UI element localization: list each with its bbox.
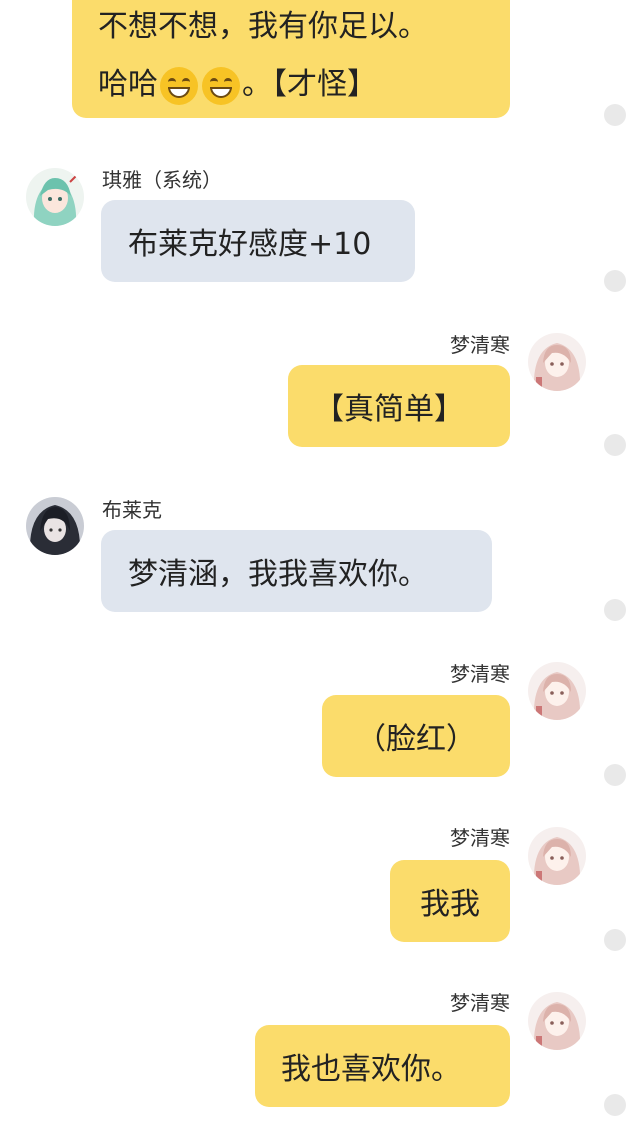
message-bubble-2[interactable]: 【真简单】 bbox=[288, 365, 510, 447]
anime-girl-pink-hair-avatar[interactable] bbox=[528, 333, 586, 391]
sender-name: 梦清寒 bbox=[450, 662, 510, 686]
status-dot bbox=[604, 434, 626, 456]
message-line-1: 不想不想，我有你足以。 bbox=[98, 9, 428, 44]
message-text: 梦清涵，我我喜欢你。 bbox=[128, 557, 428, 592]
anime-girl-pink-hair-avatar[interactable] bbox=[528, 662, 586, 720]
grinning-face-emoji bbox=[202, 66, 240, 105]
status-dot bbox=[604, 599, 626, 621]
message-text: 我也喜欢你。 bbox=[281, 1052, 461, 1087]
message-text: 我我 bbox=[420, 887, 480, 922]
message-text: 布莱克好感度+10 bbox=[128, 227, 372, 262]
message-line-2-end: 。【才怪】 bbox=[242, 67, 377, 102]
status-dot bbox=[604, 104, 626, 126]
status-dot bbox=[604, 929, 626, 951]
sender-name: 布莱克 bbox=[102, 498, 162, 522]
sender-name: 梦清寒 bbox=[450, 333, 510, 357]
anime-girl-pink-hair-avatar[interactable] bbox=[528, 827, 586, 885]
message-bubble-6[interactable]: 我也喜欢你。 bbox=[255, 1025, 510, 1107]
message-bubble-5[interactable]: 我我 bbox=[390, 860, 510, 942]
dark-hair-boy-avatar[interactable] bbox=[26, 497, 84, 555]
anime-girl-pink-hair-avatar[interactable] bbox=[528, 992, 586, 1050]
message-bubble-3[interactable]: 梦清涵，我我喜欢你。 bbox=[101, 530, 492, 612]
message-line-2-start: 哈哈 bbox=[98, 67, 158, 102]
sender-name: 梦清寒 bbox=[450, 991, 510, 1015]
anime-girl-green-hair-avatar[interactable] bbox=[26, 168, 84, 226]
grinning-face-emoji bbox=[160, 66, 198, 105]
message-bubble-4[interactable]: （脸红） bbox=[322, 695, 510, 777]
sender-name: 琪雅（系统） bbox=[102, 168, 222, 192]
message-line-2: 哈哈 。【才怪】 bbox=[98, 56, 484, 114]
message-text: 【真简单】 bbox=[314, 392, 464, 427]
status-dot bbox=[604, 270, 626, 292]
status-dot bbox=[604, 1094, 626, 1116]
message-bubble-0[interactable]: 不想不想，我有你足以。 哈哈 。【才怪】 bbox=[72, 0, 510, 118]
message-bubble-1[interactable]: 布莱克好感度+10 bbox=[101, 200, 415, 282]
sender-name: 梦清寒 bbox=[450, 826, 510, 850]
message-text: （脸红） bbox=[356, 722, 476, 757]
status-dot bbox=[604, 764, 626, 786]
